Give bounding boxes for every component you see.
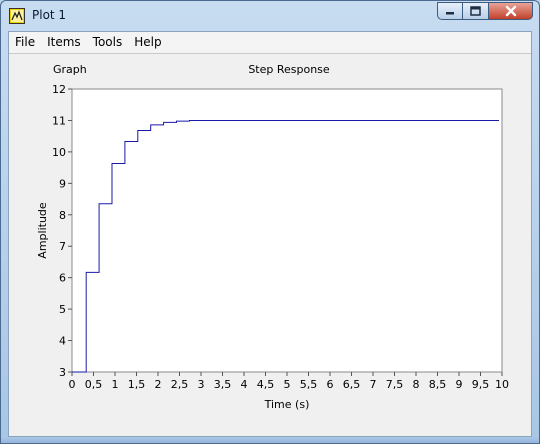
x-tick-label: 3,5 xyxy=(214,378,232,391)
x-tick-label: 3 xyxy=(198,378,205,391)
x-tick-label: 7,5 xyxy=(386,378,404,391)
y-tick-label: 10 xyxy=(52,146,66,159)
window-title: Plot 1 xyxy=(32,8,67,22)
x-tick-label: 0 xyxy=(69,378,76,391)
plot-window: Plot 1 File Items Tools Help Graph Step … xyxy=(0,0,540,444)
y-tick-label: 4 xyxy=(59,335,66,348)
x-tick-label: 10 xyxy=(495,378,509,391)
minimize-icon xyxy=(446,12,454,15)
x-tick-label: 1 xyxy=(112,378,119,391)
labview-icon xyxy=(9,8,25,24)
maximize-button[interactable] xyxy=(463,2,489,20)
y-tick-label: 8 xyxy=(59,209,66,222)
window-bottom-border xyxy=(1,437,539,443)
x-tick-label: 4,5 xyxy=(257,378,275,391)
plot-area[interactable] xyxy=(71,88,503,373)
x-tick-label: 7 xyxy=(370,378,377,391)
y-tick-label: 6 xyxy=(59,272,66,285)
x-tick-label: 4 xyxy=(241,378,248,391)
y-tick-label: 9 xyxy=(59,177,66,190)
x-tick-label: 5 xyxy=(284,378,291,391)
close-icon xyxy=(505,5,516,17)
x-tick-label: 2 xyxy=(155,378,162,391)
x-tick-label: 5,5 xyxy=(300,378,318,391)
window-client-area: File Items Tools Help Graph Step Respons… xyxy=(8,31,532,437)
step-response-chart: 3456789101112 0 0,5 1 1,5 2 2,5 3 3,5 4 4,5 5 5,5 6 6… xyxy=(36,83,509,411)
minimize-button[interactable] xyxy=(437,2,463,20)
close-button[interactable] xyxy=(489,2,533,20)
y-tick-label: 3 xyxy=(59,366,66,379)
x-tick-label: 6 xyxy=(327,378,334,391)
y-tick-label: 12 xyxy=(52,83,66,96)
y-tick-label: 11 xyxy=(52,114,66,127)
x-tick-label: 6,5 xyxy=(343,378,361,391)
x-axis-label: Time (s) xyxy=(264,398,310,411)
x-tick-label: 8,5 xyxy=(429,378,447,391)
x-tick-label: 2,5 xyxy=(171,378,189,391)
y-tick-label: 5 xyxy=(59,303,66,316)
x-tick-label: 9 xyxy=(456,378,463,391)
maximize-icon xyxy=(470,6,481,16)
x-tick-label: 1,5 xyxy=(128,378,146,391)
title-bar[interactable]: Plot 1 xyxy=(1,1,539,31)
x-tick-label: 9,5 xyxy=(472,378,490,391)
x-tick-label: 0,5 xyxy=(85,378,103,391)
y-tick-label: 7 xyxy=(59,240,66,253)
y-axis-label: Amplitude xyxy=(36,202,49,259)
x-tick-label: 8 xyxy=(413,378,420,391)
